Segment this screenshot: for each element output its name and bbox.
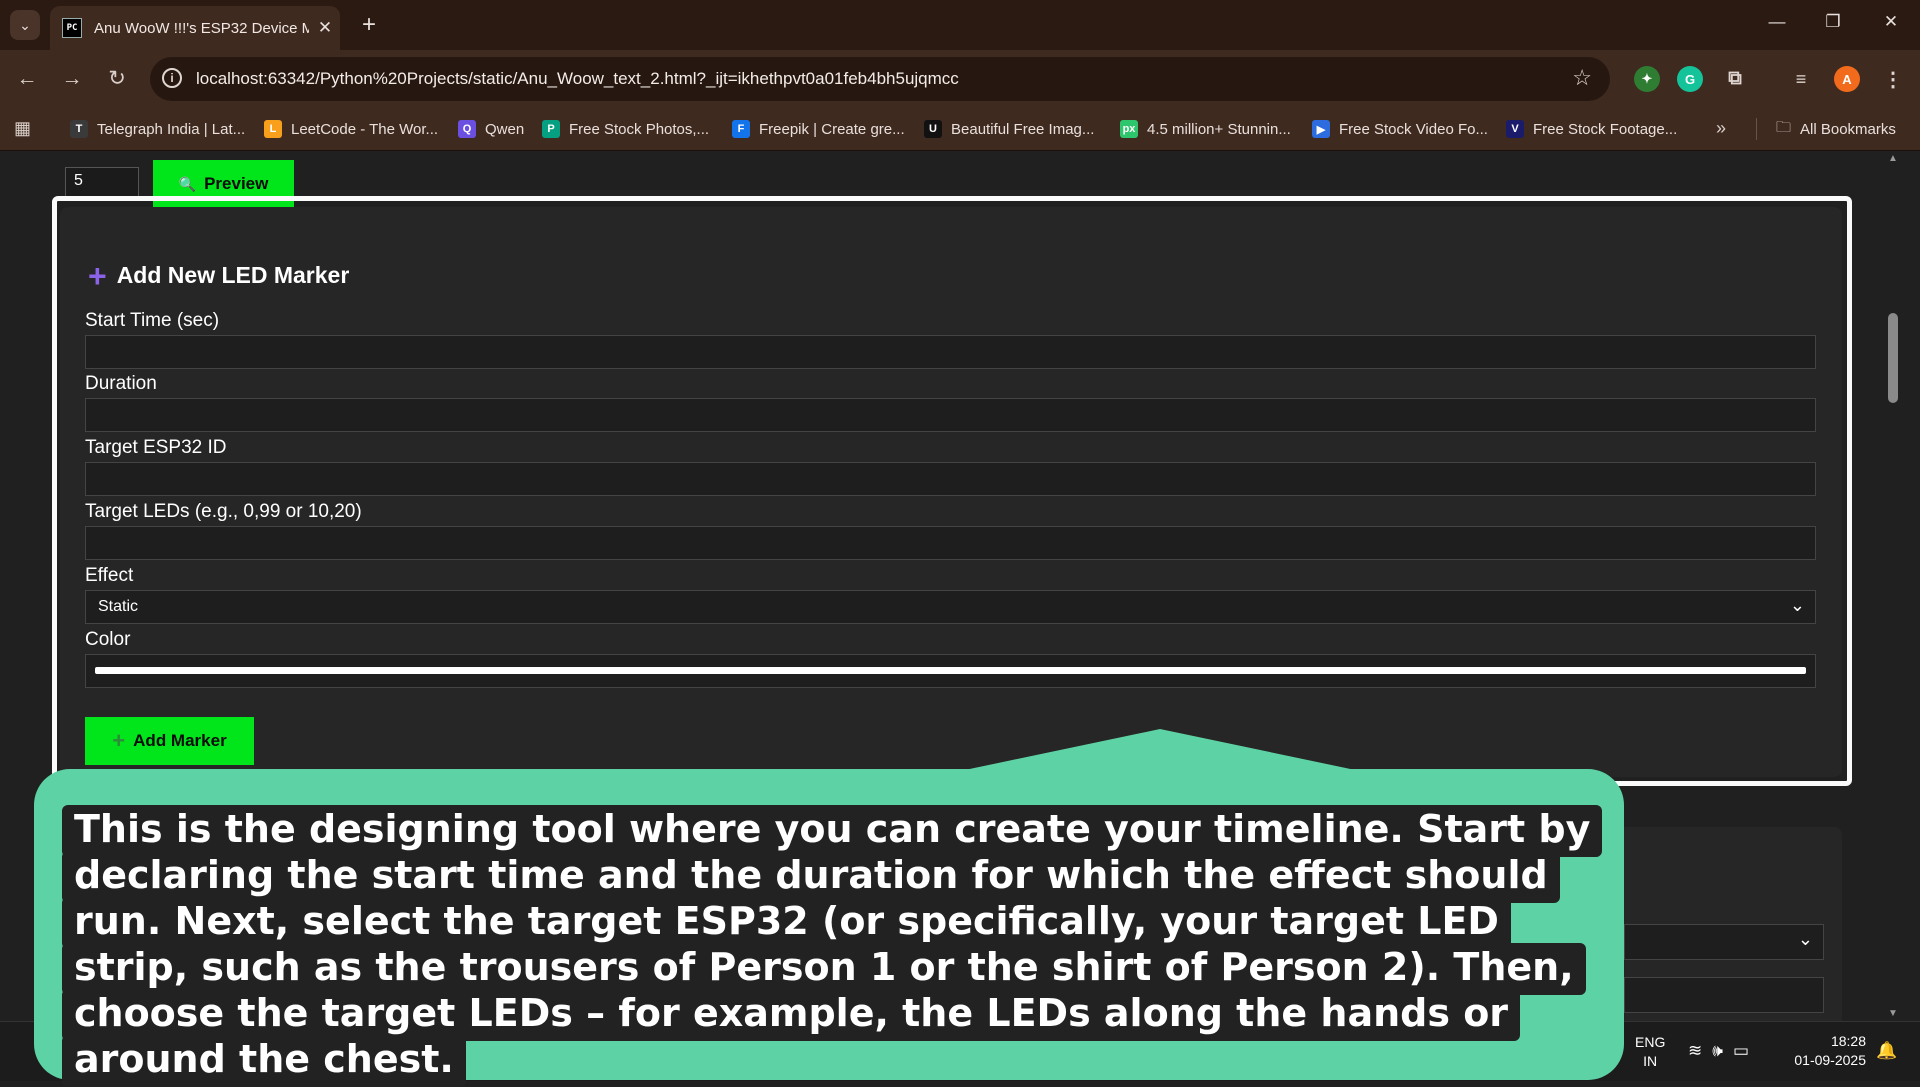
browser-toolbar: ← → ↻ i localhost:63342/Python%20Project…	[0, 50, 1920, 108]
bookmark-label: Free Stock Photos,...	[569, 120, 710, 138]
site-info-icon[interactable]: i	[162, 68, 182, 88]
bookmark-item[interactable]: L LeetCode - The Wor...	[264, 108, 438, 150]
new-tab-button[interactable]: +	[354, 10, 384, 40]
back-icon[interactable]: ←	[14, 66, 40, 92]
telegraph-icon: T	[70, 120, 88, 138]
bookmark-item[interactable]: ▶ Free Stock Video Fo...	[1312, 108, 1488, 150]
profile-avatar[interactable]: A	[1834, 66, 1860, 92]
unsplash-icon: U	[924, 120, 942, 138]
tab-close-icon[interactable]: ✕	[315, 18, 335, 38]
volume-icon[interactable]: 🕪	[1712, 1041, 1733, 1060]
bookmark-item[interactable]: F Freepik | Create gre...	[732, 108, 905, 150]
bookmark-item[interactable]: Q Qwen	[458, 108, 524, 150]
browser-tabstrip: ⌄ PC Anu WooW !!!'s ESP32 Device M ✕ + —…	[0, 0, 1920, 50]
language-indicator[interactable]: ENG IN	[1635, 1033, 1665, 1071]
browser-tab-active[interactable]: PC Anu WooW !!!'s ESP32 Device M ✕	[50, 6, 340, 50]
scrollbar-thumb[interactable]	[1888, 313, 1898, 403]
reload-icon[interactable]: ↻	[104, 66, 130, 92]
magnifier-icon: 🔍	[178, 175, 197, 192]
clock[interactable]: 18:28 01-09-2025	[1780, 1032, 1866, 1070]
address-url[interactable]: localhost:63342/Python%20Projects/static…	[196, 69, 959, 89]
bookmarks-overflow-icon[interactable]: »	[1716, 118, 1726, 139]
extension-green-icon[interactable]: ✦	[1634, 66, 1660, 92]
callout-text: This is the designing tool where you can…	[62, 805, 1603, 1087]
bookmark-item[interactable]: px 4.5 million+ Stunnin...	[1120, 108, 1291, 150]
clock-date: 01-09-2025	[1794, 1052, 1866, 1068]
callout-pointer	[960, 729, 1360, 771]
media-controls-icon[interactable]: ≡	[1788, 66, 1814, 92]
secondary-input[interactable]	[1624, 977, 1824, 1013]
video-icon: ▶	[1312, 120, 1330, 138]
preview-label: Preview	[204, 174, 269, 193]
freepik-icon: F	[732, 120, 750, 138]
bookmark-label: Free Stock Video Fo...	[1339, 120, 1488, 138]
duration-number-input[interactable]: 5	[65, 167, 139, 197]
pycharm-favicon-icon: PC	[62, 18, 82, 38]
callout-text-body: This is the designing tool where you can…	[62, 805, 1603, 1087]
grammarly-icon[interactable]: G	[1677, 66, 1703, 92]
qwen-icon: Q	[458, 120, 476, 138]
bookmark-item[interactable]: P Free Stock Photos,...	[542, 108, 709, 150]
region-code: IN	[1643, 1053, 1658, 1069]
wifi-icon[interactable]: ≋	[1688, 1041, 1712, 1060]
highlight-outline	[52, 196, 1852, 786]
bookmark-item[interactable]: T Telegraph India | Lat...	[70, 108, 245, 150]
bookmark-label: Telegraph India | Lat...	[97, 120, 246, 138]
bookmark-label: 4.5 million+ Stunnin...	[1147, 120, 1291, 138]
tab-title: Anu WooW !!!'s ESP32 Device M	[94, 19, 309, 37]
folder-icon: 🗀	[1776, 118, 1792, 136]
pexels-icon: P	[542, 120, 560, 138]
bookmark-label: LeetCode - The Wor...	[291, 120, 439, 138]
address-bar[interactable]: i localhost:63342/Python%20Projects/stat…	[150, 57, 1610, 101]
language-code: ENG	[1635, 1034, 1666, 1050]
bookmark-label: Free Stock Footage...	[1533, 120, 1678, 138]
scroll-down-icon[interactable]: ▼	[1888, 1008, 1898, 1019]
bookmark-item[interactable]: V Free Stock Footage...	[1506, 108, 1677, 150]
chevron-down-icon: ⌄	[1797, 929, 1813, 949]
all-bookmarks-button[interactable]: 🗀 All Bookmarks	[1776, 108, 1896, 150]
window-close-icon[interactable]: ✕	[1876, 12, 1906, 32]
pixabay-icon: px	[1120, 120, 1138, 138]
all-bookmarks-label: All Bookmarks	[1800, 120, 1896, 138]
bookmark-star-icon[interactable]: ☆	[1572, 65, 1592, 91]
extensions-puzzle-icon[interactable]: ⧉	[1722, 66, 1748, 92]
leetcode-icon: L	[264, 120, 282, 138]
restore-icon[interactable]: ❐	[1818, 12, 1848, 32]
scroll-up-icon[interactable]: ▲	[1888, 153, 1898, 164]
system-tray-icons[interactable]: ≋🕪▭	[1688, 1041, 1759, 1061]
bookmarks-bar: ▦ T Telegraph India | Lat... L LeetCode - T…	[0, 108, 1920, 151]
secondary-select[interactable]: ⌄	[1624, 924, 1824, 960]
bookmark-item[interactable]: U Beautiful Free Imag...	[924, 108, 1094, 150]
bookmark-label: Beautiful Free Imag...	[951, 120, 1095, 138]
clock-time: 18:28	[1830, 1033, 1866, 1049]
bookmarks-divider	[1756, 118, 1757, 140]
tab-search-icon[interactable]: ⌄	[10, 10, 40, 40]
battery-icon[interactable]: ▭	[1733, 1041, 1759, 1060]
bookmark-label: Qwen	[485, 120, 525, 138]
vertical-scrollbar[interactable]: ▲ ▼	[1884, 151, 1902, 1021]
minimize-icon[interactable]: —	[1762, 12, 1792, 32]
videvo-icon: V	[1506, 120, 1524, 138]
bookmark-label: Freepik | Create gre...	[759, 120, 905, 138]
browser-menu-icon[interactable]: ⋮	[1880, 66, 1906, 92]
forward-icon[interactable]: →	[59, 66, 85, 92]
notification-icon[interactable]: 🔔	[1876, 1041, 1897, 1061]
apps-grid-icon[interactable]: ▦	[14, 118, 31, 139]
